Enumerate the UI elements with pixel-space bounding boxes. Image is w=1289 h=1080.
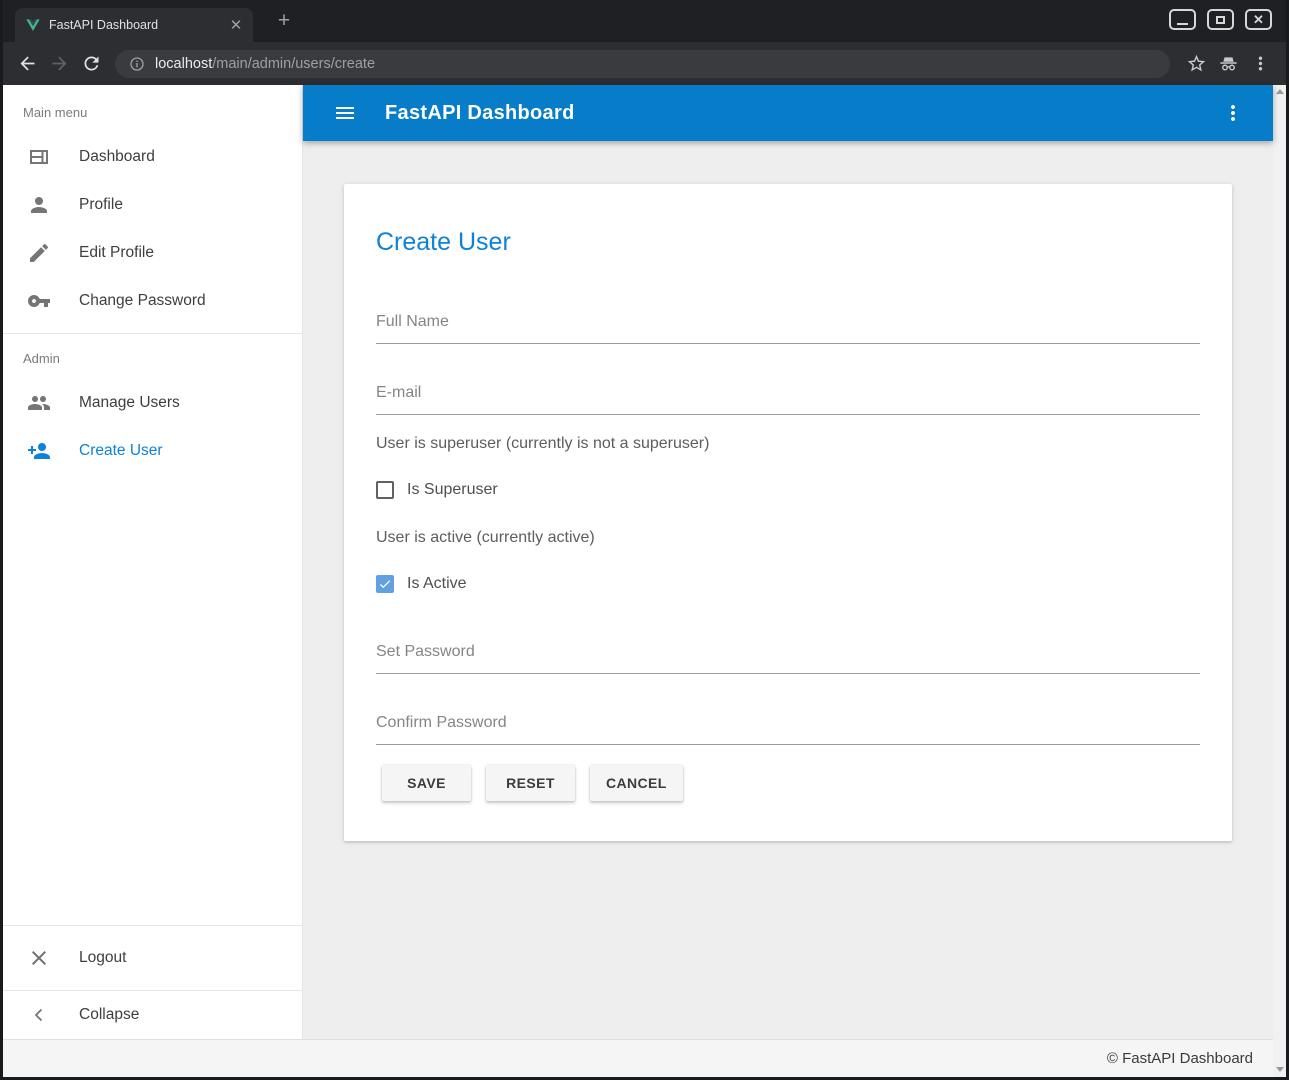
sidebar-item-label: Dashboard	[79, 148, 155, 166]
sidebar-item-logout[interactable]: Logout	[3, 934, 302, 982]
full-name-field	[376, 313, 1200, 344]
superuser-checkbox-label: Is Superuser	[407, 481, 498, 499]
browser-menu-button[interactable]	[1244, 48, 1276, 80]
reset-button[interactable]: RESET	[486, 765, 575, 801]
reload-icon	[81, 53, 102, 74]
reload-button[interactable]	[75, 48, 107, 80]
hamburger-menu-button[interactable]	[327, 95, 363, 131]
active-checkbox[interactable]	[376, 575, 394, 593]
sidebar-item-profile[interactable]: Profile	[3, 181, 302, 229]
window-minimize-button[interactable]	[1169, 9, 1196, 30]
hamburger-icon	[333, 101, 357, 125]
browser-tab[interactable]: FastAPI Dashboard ✕	[15, 8, 253, 42]
pencil-icon	[27, 241, 51, 265]
superuser-checkbox[interactable]	[376, 481, 394, 499]
confirm-password-input[interactable]	[376, 714, 1200, 745]
active-help-text: User is active (currently active)	[376, 529, 1200, 547]
superuser-help-text: User is superuser (currently is not a su…	[376, 435, 1200, 453]
person-add-icon	[27, 439, 51, 463]
sidebar-item-change-password[interactable]: Change Password	[3, 277, 302, 325]
set-password-input[interactable]	[376, 643, 1200, 674]
checkmark-icon	[378, 577, 392, 591]
vue-logo-icon	[25, 17, 41, 33]
back-arrow-icon	[17, 53, 38, 74]
person-icon	[27, 193, 51, 217]
forward-arrow-icon	[49, 53, 70, 74]
window-maximize-button[interactable]	[1207, 9, 1234, 30]
cancel-button[interactable]: CANCEL	[590, 765, 683, 801]
sidebar-item-label: Manage Users	[79, 394, 180, 412]
sidebar-item-label: Profile	[79, 196, 123, 214]
sidebar-item-label: Change Password	[79, 292, 206, 310]
page-title: Create User	[376, 228, 1200, 257]
sidebar: Main menu Dashboard Profile Edit Profile	[3, 85, 303, 1039]
incognito-icon	[1218, 53, 1239, 74]
browser-toolbar: localhost/main/admin/users/create	[3, 42, 1286, 85]
page-footer: © FastAPI Dashboard	[3, 1039, 1273, 1077]
sidebar-item-label: Collapse	[79, 1006, 139, 1024]
browser-window: FastAPI Dashboard ✕ + ✕ localhost/main/a…	[0, 0, 1289, 1080]
sidebar-item-dashboard[interactable]: Dashboard	[3, 133, 302, 181]
url-host: localhost	[155, 56, 212, 72]
superuser-checkbox-row[interactable]: Is Superuser	[376, 481, 1200, 499]
address-bar[interactable]: localhost/main/admin/users/create	[115, 50, 1170, 78]
tab-title: FastAPI Dashboard	[49, 18, 219, 32]
app-bar: FastAPI Dashboard	[303, 85, 1273, 141]
sidebar-section-main-menu: Main menu	[3, 105, 302, 133]
sidebar-item-label: Create User	[79, 442, 163, 460]
bookmark-button[interactable]	[1180, 48, 1212, 80]
url-path: /main/admin/users/create	[212, 56, 375, 72]
sidebar-item-edit-profile[interactable]: Edit Profile	[3, 229, 302, 277]
sidebar-divider	[3, 333, 302, 334]
scroll-down-arrow-icon[interactable]	[1276, 1067, 1284, 1072]
window-close-button[interactable]: ✕	[1245, 9, 1272, 30]
scroll-up-arrow-icon[interactable]	[1276, 89, 1284, 94]
save-button[interactable]: SAVE	[382, 765, 471, 801]
copyright-text: © FastAPI Dashboard	[1107, 1050, 1253, 1067]
create-user-card: Create User User is superuser (currently…	[344, 184, 1232, 841]
new-tab-button[interactable]: +	[271, 8, 297, 34]
chevron-left-icon	[27, 1003, 51, 1027]
sidebar-section-admin: Admin	[3, 342, 302, 379]
browser-titlebar: FastAPI Dashboard ✕ + ✕	[3, 0, 1286, 42]
form-actions: SAVE RESET CANCEL	[376, 765, 1200, 801]
sidebar-item-label: Edit Profile	[79, 244, 154, 262]
active-checkbox-label: Is Active	[407, 575, 467, 593]
dashboard-icon	[27, 145, 51, 169]
page-info-icon[interactable]	[129, 56, 145, 72]
sidebar-item-collapse[interactable]: Collapse	[3, 991, 302, 1039]
confirm-password-field	[376, 714, 1200, 745]
sidebar-divider	[3, 925, 302, 926]
key-icon	[27, 289, 51, 313]
star-icon	[1186, 53, 1207, 74]
people-icon	[27, 391, 51, 415]
sidebar-item-label: Logout	[79, 949, 126, 967]
app-menu-button[interactable]	[1215, 95, 1251, 131]
kebab-menu-icon	[1250, 53, 1271, 74]
email-field	[376, 384, 1200, 415]
page-scrollbar[interactable]	[1273, 85, 1286, 1077]
close-icon	[27, 946, 51, 970]
sidebar-item-create-user[interactable]: Create User	[3, 427, 302, 475]
tab-close-icon[interactable]: ✕	[227, 16, 245, 34]
app-title: FastAPI Dashboard	[385, 102, 575, 125]
sidebar-item-manage-users[interactable]: Manage Users	[3, 379, 302, 427]
set-password-field	[376, 643, 1200, 674]
url-text: localhost/main/admin/users/create	[155, 56, 375, 72]
full-name-input[interactable]	[376, 313, 1200, 344]
page-content: Create User User is superuser (currently…	[303, 141, 1273, 1039]
incognito-indicator	[1212, 48, 1244, 80]
active-checkbox-row[interactable]: Is Active	[376, 575, 1200, 593]
email-input[interactable]	[376, 384, 1200, 415]
kebab-menu-icon	[1221, 101, 1245, 125]
forward-button[interactable]	[43, 48, 75, 80]
back-button[interactable]	[11, 48, 43, 80]
